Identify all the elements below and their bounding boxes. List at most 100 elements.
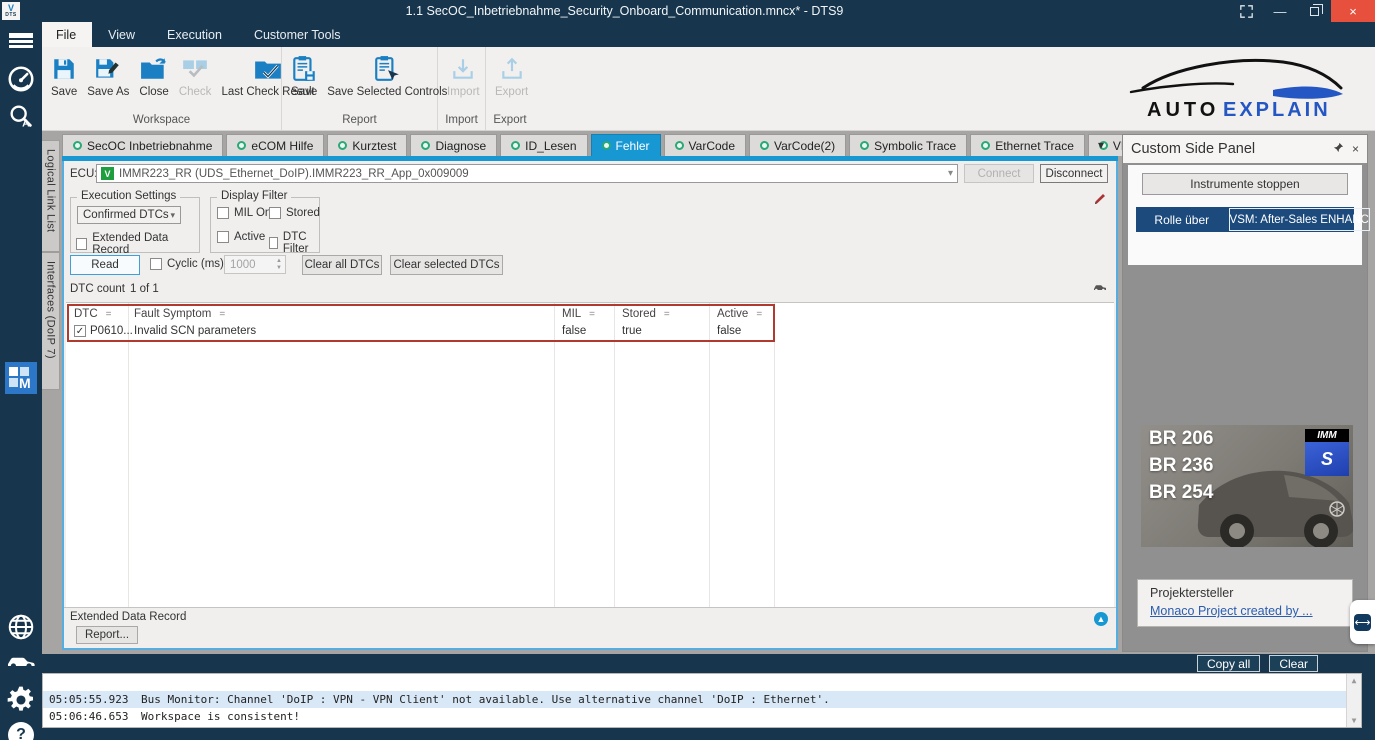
- settings-gear-icon[interactable]: [0, 684, 42, 716]
- report-button[interactable]: Report...: [76, 626, 138, 644]
- tab-varcode[interactable]: VarCode: [664, 134, 746, 156]
- ecu-label: ECU:: [70, 168, 97, 180]
- export-button: Export: [490, 49, 533, 101]
- ecu-dropdown[interactable]: V IMMR223_RR (UDS_Ethernet_DoIP).IMMR223…: [96, 164, 958, 183]
- tab-ecom-hilfe[interactable]: eCOM Hilfe: [226, 134, 324, 156]
- table-tools-icon[interactable]: [1093, 281, 1106, 295]
- menu-bar: File View Execution Customer Tools: [0, 22, 1375, 47]
- close-panel-icon[interactable]: ×: [1352, 142, 1359, 156]
- clipboard-select-icon: [373, 52, 401, 86]
- scroll-up-icon[interactable]: ▲: [1352, 676, 1357, 685]
- tab-id-lesen[interactable]: ID_Lesen: [500, 134, 587, 156]
- svg-text:A: A: [22, 118, 30, 130]
- dashboard-gauge-icon[interactable]: [0, 64, 42, 94]
- vertical-tab-logical-link-list[interactable]: Logical Link List: [42, 140, 60, 252]
- spinner-arrows-icon: ▲▼: [276, 258, 285, 272]
- checkbox-label: DTC Filter: [283, 231, 319, 255]
- side-panel-title: Custom Side Panel: [1131, 141, 1325, 157]
- cyclic-checkbox[interactable]: Cyclic (ms): [150, 258, 224, 270]
- pencil-icon[interactable]: [1094, 193, 1106, 208]
- menu-customer-tools[interactable]: Customer Tools: [238, 22, 357, 47]
- button-label: Check: [179, 86, 212, 98]
- tab-diagnose[interactable]: Diagnose: [410, 134, 497, 156]
- custom-side-panel: Custom Side Panel × Instrumente stoppen …: [1122, 134, 1368, 652]
- restore-button[interactable]: [1297, 0, 1331, 22]
- dtc-type-dropdown[interactable]: Confirmed DTCs ▾: [77, 206, 181, 224]
- tab-label: Ethernet Trace: [995, 139, 1074, 153]
- clear-all-dtcs-button[interactable]: Clear all DTCs: [302, 255, 382, 275]
- menu-file[interactable]: File: [40, 22, 92, 47]
- tab-varcode2[interactable]: VarCode(2): [749, 134, 846, 156]
- side-panel-top-section: Instrumente stoppen Rolle über VSM: Afte…: [1128, 165, 1362, 265]
- active-checkbox[interactable]: Active: [217, 231, 265, 243]
- mil-on-checkbox[interactable]: MIL On: [217, 207, 271, 219]
- menu-view[interactable]: View: [92, 22, 151, 47]
- checkbox-label: Extended Data Record: [92, 232, 199, 256]
- ribbon-group-label: Report: [286, 112, 433, 130]
- button-label: Save As: [87, 86, 129, 98]
- table-column-divider: [554, 303, 555, 608]
- log-scrollbar[interactable]: ▲ ▼: [1346, 674, 1361, 727]
- table-column-divider: [128, 303, 129, 608]
- instrumente-stoppen-button[interactable]: Instrumente stoppen: [1142, 173, 1348, 195]
- car-icon[interactable]: [0, 650, 42, 672]
- menu-execution[interactable]: Execution: [151, 22, 238, 47]
- log-entry[interactable]: 05:06:46.653 Workspace is consistent!: [43, 708, 1361, 725]
- read-button[interactable]: Read: [70, 255, 140, 275]
- extended-data-record-section: Extended Data Record Report... ▲: [64, 607, 1116, 648]
- window-title: 1.1 SecOC_Inbetriebnahme_Security_Onboar…: [20, 4, 1229, 18]
- svg-text:AUTO: AUTO: [1147, 99, 1219, 121]
- mercedes-app-tile-icon[interactable]: M: [0, 362, 42, 394]
- stored-checkbox[interactable]: Stored: [269, 207, 320, 219]
- checkbox-label: Cyclic (ms): [167, 258, 224, 270]
- table-column-divider: [774, 303, 775, 608]
- table-column-divider: [614, 303, 615, 608]
- copy-all-button[interactable]: Copy all: [1197, 655, 1260, 672]
- collapse-icon[interactable]: ▲: [1094, 612, 1108, 626]
- role-value-button[interactable]: VSM: After-Sales ENHANC: [1229, 208, 1370, 231]
- button-label: Export: [495, 86, 528, 98]
- tab-label: Symbolic Trace: [874, 139, 956, 153]
- checkbox-label: Stored: [286, 207, 320, 219]
- tab-fehler[interactable]: Fehler: [591, 134, 661, 156]
- floppy-save-icon: [51, 52, 77, 86]
- report-save-button[interactable]: Save: [286, 49, 322, 101]
- logo-auto-text: AUTO: [1147, 99, 1219, 121]
- dtc-filter-checkbox[interactable]: DTC Filter: [269, 231, 319, 255]
- help-icon[interactable]: ?: [0, 722, 42, 740]
- report-save-selected-controls-button[interactable]: Save Selected Controls: [322, 49, 452, 101]
- globe-icon[interactable]: [0, 612, 42, 642]
- workspace-save-button[interactable]: Save: [46, 49, 82, 101]
- pin-icon[interactable]: [1333, 142, 1344, 156]
- disconnect-button[interactable]: Disconnect: [1040, 164, 1108, 183]
- log-entry[interactable]: 05:05:55.923 Bus Monitor: Channel 'DoIP …: [43, 691, 1361, 708]
- scroll-down-icon[interactable]: ▼: [1352, 716, 1357, 725]
- status-dot-icon: [421, 141, 430, 150]
- tab-ethernet-trace[interactable]: Ethernet Trace: [970, 134, 1085, 156]
- logo-blue-swoosh: [1273, 87, 1343, 99]
- hamburger-menu-icon[interactable]: [0, 30, 42, 38]
- table-row-divider: [66, 343, 1114, 344]
- tab-secoc-inbetriebnahme[interactable]: SecOC Inbetriebnahme: [62, 134, 223, 156]
- tab-overflow-dropdown-icon[interactable]: ▾: [1098, 138, 1104, 152]
- clear-log-button[interactable]: Clear: [1269, 655, 1318, 672]
- project-creator-title: Projektersteller: [1150, 586, 1352, 600]
- search-analyze-icon[interactable]: A: [0, 102, 42, 130]
- teamviewer-icon: ⟷: [1354, 614, 1371, 631]
- status-dot-icon: [237, 141, 246, 150]
- minimize-button[interactable]: —: [1263, 0, 1297, 22]
- close-button[interactable]: ×: [1331, 0, 1375, 22]
- tab-kurztest[interactable]: Kurztest: [327, 134, 407, 156]
- vertical-tab-interfaces-doip[interactable]: Interfaces (DoIP 7): [42, 252, 60, 390]
- workspace-save-as-button[interactable]: Save As: [82, 49, 134, 101]
- extended-data-record-checkbox[interactable]: Extended Data Record: [76, 232, 199, 256]
- status-dot-icon: [675, 141, 684, 150]
- workspace-close-button[interactable]: Close: [134, 49, 173, 101]
- fullscreen-button[interactable]: [1229, 0, 1263, 22]
- tab-symbolic-trace[interactable]: Symbolic Trace: [849, 134, 967, 156]
- clear-selected-dtcs-button[interactable]: Clear selected DTCs: [390, 255, 503, 275]
- ribbon-group-report: Save Save Selected Controls Report: [282, 47, 438, 130]
- group-title: Execution Settings: [77, 190, 180, 202]
- project-creator-link[interactable]: Monaco Project created by ...: [1150, 604, 1313, 618]
- remote-support-tab[interactable]: ⟷: [1350, 600, 1375, 644]
